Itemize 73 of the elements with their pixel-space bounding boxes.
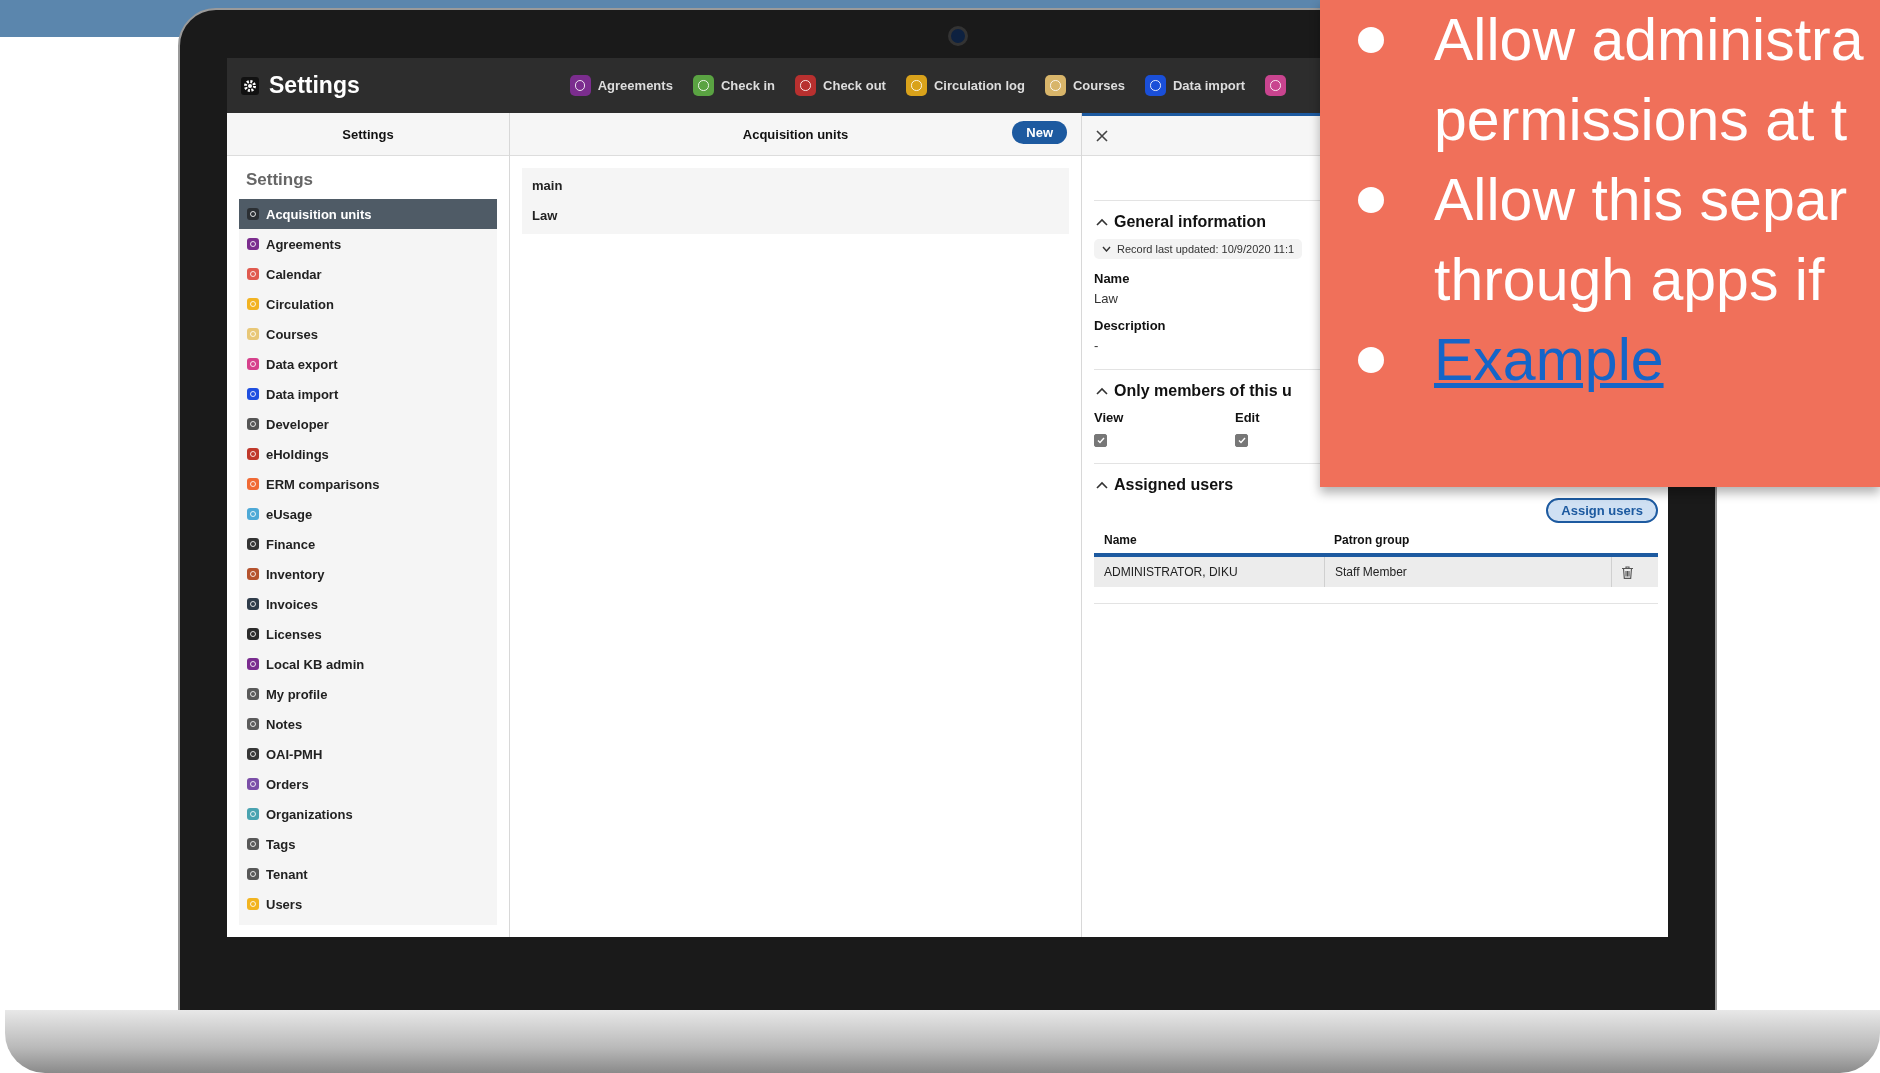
bullet-icon bbox=[1358, 347, 1384, 373]
settings-item[interactable]: Calendar bbox=[239, 259, 498, 289]
pane-title: Acquisition units bbox=[742, 126, 849, 142]
settings-item[interactable]: Finance bbox=[239, 529, 498, 559]
bullet-text: through apps if bbox=[1434, 246, 1826, 315]
settings-item[interactable]: My profile bbox=[239, 679, 498, 709]
settings-item[interactable]: Notes bbox=[239, 709, 498, 739]
nav-link[interactable]: Courses bbox=[1044, 75, 1125, 96]
accordion-header[interactable]: Assigned users bbox=[1094, 476, 1236, 494]
bullet-text: permissions at t bbox=[1434, 86, 1849, 155]
column-label: View bbox=[1094, 410, 1125, 425]
chevron-down-icon bbox=[1102, 246, 1111, 252]
assign-users-button[interactable]: Assign users bbox=[1546, 498, 1658, 523]
settings-item[interactable]: eHoldings bbox=[239, 439, 498, 469]
checkbox[interactable] bbox=[1094, 434, 1107, 447]
field-value: Law bbox=[1094, 291, 1119, 306]
table-cell: ADMINISTRATOR, DIKU bbox=[1094, 557, 1325, 587]
table-cell: Staff Member bbox=[1325, 557, 1612, 587]
settings-item[interactable]: OAI-PMH bbox=[239, 739, 498, 769]
checkbox[interactable] bbox=[1235, 434, 1248, 447]
checkmark-icon bbox=[1096, 437, 1105, 444]
new-button[interactable]: New bbox=[1012, 121, 1067, 144]
settings-item[interactable]: Acquisition units bbox=[239, 199, 498, 229]
accordion-header[interactable]: General information bbox=[1094, 213, 1269, 231]
pane-title: Settings bbox=[342, 126, 394, 142]
settings-item[interactable]: Users bbox=[239, 889, 498, 919]
field-label: Name bbox=[1094, 271, 1131, 286]
settings-item[interactable]: Inventory bbox=[239, 559, 498, 589]
column-header: Name bbox=[1103, 533, 1138, 549]
settings-item[interactable]: Circulation bbox=[239, 289, 498, 319]
settings-item[interactable]: Tags bbox=[239, 829, 498, 859]
section-heading: Settings bbox=[245, 170, 315, 191]
nav-link[interactable]: Check in bbox=[692, 75, 776, 96]
settings-item[interactable]: Agreements bbox=[239, 229, 498, 259]
caret-up-icon bbox=[1096, 387, 1108, 395]
caret-up-icon bbox=[1096, 218, 1108, 226]
settings-item[interactable]: Developer bbox=[239, 409, 498, 439]
trash-icon bbox=[1622, 565, 1633, 579]
settings-item[interactable]: Orders bbox=[239, 769, 498, 799]
column-header: Patron group bbox=[1333, 533, 1411, 549]
caret-up-icon bbox=[1096, 481, 1108, 489]
nav-link[interactable]: Check out bbox=[795, 75, 886, 96]
nav-link[interactable]: Agreements bbox=[569, 75, 673, 96]
settings-item[interactable]: Local KB admin bbox=[239, 649, 498, 679]
settings-item[interactable]: Courses bbox=[239, 319, 498, 349]
unit-item[interactable]: main bbox=[522, 171, 1069, 201]
bullet-text: Allow administra bbox=[1434, 6, 1864, 75]
close-button[interactable] bbox=[1094, 127, 1110, 144]
gear-icon bbox=[241, 76, 259, 95]
settings-item[interactable]: Licenses bbox=[239, 619, 498, 649]
delete-button[interactable] bbox=[1622, 565, 1633, 579]
settings-item[interactable]: Tenant bbox=[239, 859, 498, 889]
checkmark-icon bbox=[1237, 437, 1246, 444]
field-value: - bbox=[1094, 338, 1100, 353]
settings-item[interactable]: ERM comparisons bbox=[239, 469, 498, 499]
field-label: Description bbox=[1094, 318, 1167, 333]
bullet-text: Allow this separ bbox=[1434, 166, 1848, 235]
app-title: Settings bbox=[269, 72, 360, 99]
bullet-icon bbox=[1358, 27, 1384, 53]
accordion-header[interactable]: Only members of this u bbox=[1094, 382, 1294, 400]
unit-item[interactable]: Law bbox=[522, 201, 1069, 231]
close-icon bbox=[1096, 129, 1108, 142]
column-label: Edit bbox=[1235, 410, 1261, 425]
settings-item[interactable]: eUsage bbox=[239, 499, 498, 529]
nav-link[interactable]: Circulation log bbox=[905, 75, 1025, 96]
metadata-bar[interactable]: Record last updated: 10/9/2020 11:1 bbox=[1094, 239, 1303, 259]
settings-item[interactable]: Organizations bbox=[239, 799, 498, 829]
settings-item[interactable]: Invoices bbox=[239, 589, 498, 619]
settings-item[interactable]: Data import bbox=[239, 379, 498, 409]
camera-icon bbox=[948, 26, 968, 46]
settings-item[interactable]: Data export bbox=[239, 349, 498, 379]
bullet-icon bbox=[1358, 187, 1384, 213]
nav-link[interactable]: Data import bbox=[1144, 75, 1246, 96]
